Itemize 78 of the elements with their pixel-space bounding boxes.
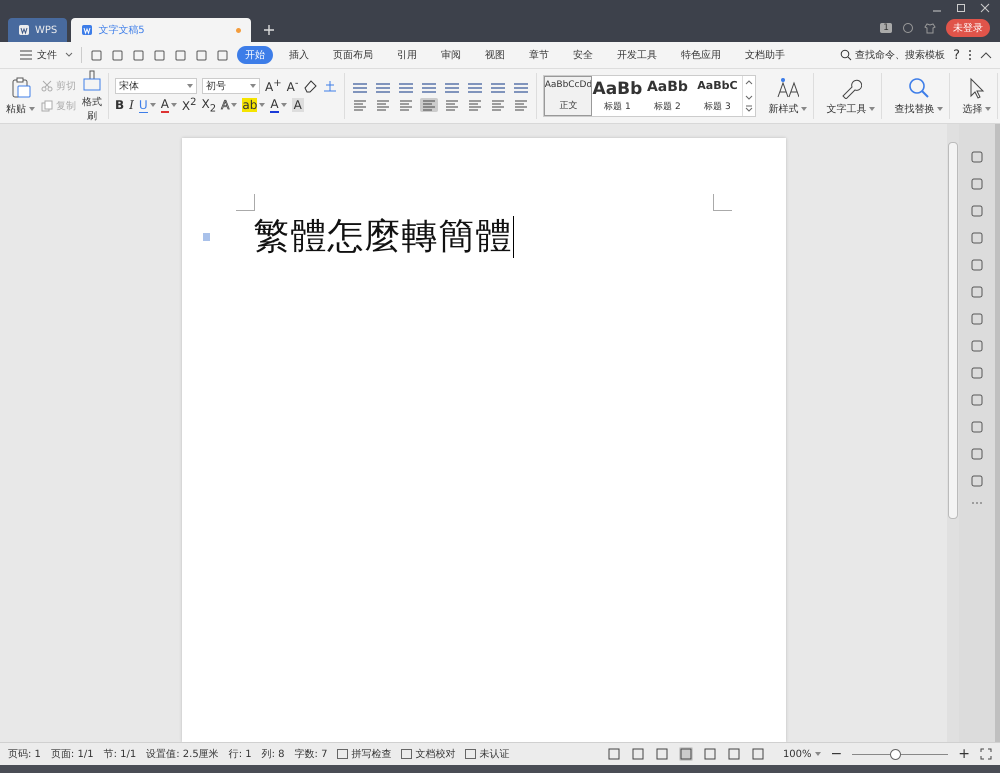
close-icon[interactable] bbox=[980, 3, 990, 13]
new-tab-icon[interactable] bbox=[263, 24, 276, 36]
menu-tab[interactable]: 章节 bbox=[521, 46, 557, 64]
zoom-level-dropdown[interactable]: 100% bbox=[782, 748, 821, 760]
status-button[interactable]: 未认证 bbox=[465, 747, 510, 761]
style-preset[interactable]: AaBb 标题 2 bbox=[642, 76, 692, 116]
styles-icon bbox=[776, 76, 799, 98]
zoom-slider[interactable] bbox=[890, 748, 902, 760]
maximize-icon[interactable] bbox=[956, 3, 966, 13]
search-icon bbox=[840, 49, 852, 61]
status-text: 节: 1/1 bbox=[104, 748, 136, 761]
menu-icon bbox=[20, 50, 32, 60]
zoom-in-button[interactable]: + bbox=[958, 746, 970, 762]
search-icon bbox=[908, 76, 930, 98]
menu-tab[interactable]: 视图 bbox=[477, 46, 513, 64]
status-text: 设置值: 2.5厘米 bbox=[146, 748, 219, 761]
menu-tab[interactable]: 引用 bbox=[389, 46, 425, 64]
skin-icon[interactable] bbox=[902, 22, 914, 34]
status-text: 页码: 1 bbox=[8, 748, 41, 761]
scissors-icon bbox=[41, 80, 53, 92]
collapse-icon[interactable] bbox=[980, 51, 992, 59]
font-name-field[interactable]: 宋体 bbox=[115, 78, 197, 94]
fit-icon[interactable] bbox=[980, 748, 992, 760]
phonetic-icon[interactable] bbox=[322, 78, 338, 93]
menu-tab[interactable]: 特色应用 bbox=[673, 46, 729, 64]
command-search[interactable]: 查找命令、搜索模板 bbox=[840, 48, 946, 62]
tools-button[interactable]: 文字工具 bbox=[820, 73, 882, 119]
shirt-icon[interactable] bbox=[924, 22, 936, 34]
status-text: 行: 1 bbox=[228, 748, 252, 761]
margin-mark bbox=[712, 194, 732, 211]
document-text: 繁體怎麼轉簡體 bbox=[254, 215, 512, 259]
menu-tab[interactable]: 审阅 bbox=[433, 46, 469, 64]
format-button[interactable]: A bbox=[160, 97, 177, 114]
zoom-out-button[interactable]: − bbox=[830, 746, 842, 762]
status-button[interactable]: 文档校对 bbox=[401, 747, 456, 761]
title-tab[interactable]: 文字文稿5 bbox=[71, 18, 252, 42]
format-button[interactable]: B bbox=[115, 98, 124, 112]
eraser-icon[interactable] bbox=[303, 78, 318, 93]
menu-tab[interactable]: 开始 bbox=[237, 46, 273, 64]
font-size-button[interactable]: A$^{+}$ bbox=[265, 78, 282, 94]
more-icon[interactable] bbox=[968, 49, 972, 61]
style-preset[interactable]: AaBb 标题 1 bbox=[592, 76, 642, 116]
menu-tab[interactable]: 开发工具 bbox=[609, 46, 665, 64]
format-painter-button[interactable]: 格式刷 bbox=[82, 70, 102, 122]
format-button[interactable]: U bbox=[138, 98, 156, 113]
file-menu[interactable]: 文件 bbox=[20, 48, 57, 62]
login-button[interactable]: 未登录 bbox=[946, 19, 990, 37]
title-tab[interactable]: WPS bbox=[8, 18, 68, 42]
paste-button[interactable]: 粘贴 bbox=[6, 76, 35, 116]
menu-tab[interactable]: 文档助手 bbox=[737, 46, 793, 64]
select-button[interactable]: 选择 bbox=[956, 73, 998, 119]
copy-icon bbox=[41, 100, 53, 112]
status-button[interactable]: 拼写检查 bbox=[337, 747, 392, 761]
window-count-badge[interactable]: 1 bbox=[880, 23, 892, 33]
vertical-scrollbar[interactable] bbox=[947, 124, 959, 742]
format-button[interactable]: A bbox=[270, 97, 287, 114]
font-size-button[interactable]: A$^{-}$ bbox=[286, 78, 298, 94]
menu-tab[interactable]: 安全 bbox=[565, 46, 601, 64]
justify-icon[interactable] bbox=[420, 98, 438, 112]
format-button[interactable]: A bbox=[292, 98, 304, 112]
newstyle-button[interactable]: 新样式 bbox=[762, 73, 814, 119]
menu-tab[interactable]: 页面布局 bbox=[325, 46, 381, 64]
find-button[interactable]: 查找替换 bbox=[888, 73, 950, 119]
document-icon bbox=[18, 24, 30, 36]
style-preset[interactable]: AaBbC 标题 3 bbox=[692, 76, 742, 116]
format-button[interactable]: X$^{2}$ bbox=[182, 97, 197, 114]
brush-icon bbox=[82, 70, 102, 92]
font-size-field[interactable]: 初号 bbox=[202, 78, 260, 94]
status-text: 页面: 1/1 bbox=[50, 748, 94, 761]
margin-mark bbox=[236, 194, 254, 211]
format-button[interactable]: X$_{2}$ bbox=[202, 96, 216, 114]
clipboard-icon bbox=[10, 76, 30, 98]
format-button[interactable]: I bbox=[129, 98, 134, 112]
status-text: 字数: 7 bbox=[294, 748, 328, 761]
menu-tab[interactable]: 插入 bbox=[281, 46, 317, 64]
help-button[interactable]: ? bbox=[953, 48, 960, 62]
status-text: 列: 8 bbox=[262, 748, 285, 761]
document-icon bbox=[81, 24, 94, 36]
